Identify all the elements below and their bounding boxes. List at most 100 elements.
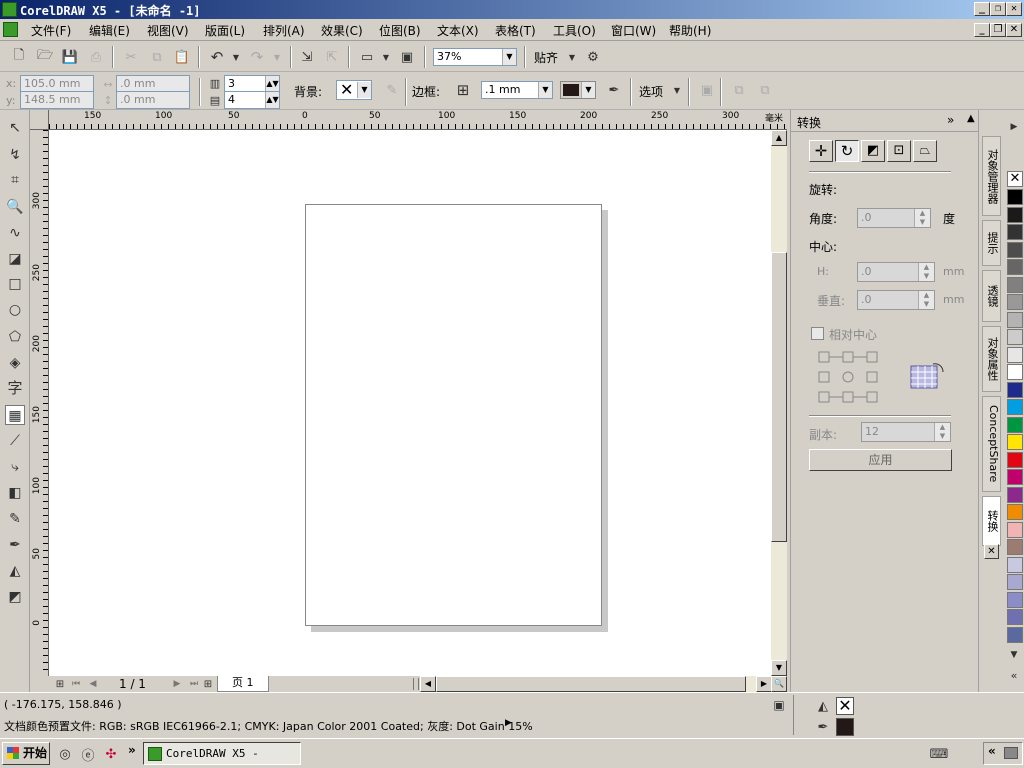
tab-conceptshare[interactable]: ConceptShare (982, 396, 1001, 492)
smart-fill-tool-icon[interactable]: ◪ (5, 249, 25, 269)
color-swatch[interactable] (1007, 189, 1023, 205)
app-quicklaunch-icon[interactable]: ✣ (102, 745, 120, 763)
scroll-down-icon[interactable]: ▼ (771, 660, 787, 676)
horizontal-ruler[interactable]: 150 100 50 0 50 100 150 200 250 300 毫米 (49, 110, 787, 130)
minimize-button[interactable]: _ (974, 2, 990, 16)
pick-tool-icon[interactable]: ↖ (5, 118, 25, 138)
tab-lens[interactable]: 透镜 (982, 270, 1001, 322)
maximize-button[interactable]: ❐ (990, 2, 1006, 16)
color-swatch[interactable] (1007, 556, 1023, 573)
dimension-tool-icon[interactable]: ⟋ (5, 431, 25, 451)
import-icon[interactable]: ⇲ (298, 48, 316, 66)
outline-tool-icon[interactable]: ✒ (5, 535, 25, 555)
menu-file[interactable]: 文件(F) (31, 22, 71, 39)
color-swatch[interactable] (1007, 626, 1023, 643)
save-icon[interactable]: 💾 (61, 48, 79, 66)
skew-icon[interactable]: ⏢ (913, 140, 937, 162)
tab-hints[interactable]: 提示 (982, 220, 1001, 266)
fill-none-indicator[interactable]: ✕ (836, 697, 854, 715)
previous-page-icon[interactable]: ◀ (84, 675, 102, 693)
color-swatch[interactable] (1007, 241, 1023, 258)
doc-minimize-button[interactable]: _ (974, 23, 990, 37)
copy-icon[interactable]: ⧉ (148, 48, 166, 66)
interactive-fill-tool-icon[interactable]: ◩ (5, 587, 25, 607)
spinner-arrows-icon[interactable]: ▲▼ (918, 291, 934, 309)
cut-icon[interactable]: ✂ (122, 48, 140, 66)
color-swatch[interactable] (1007, 416, 1023, 433)
first-page-icon[interactable]: ⏮ (67, 675, 85, 693)
table-tool-icon[interactable]: ▦ (5, 405, 25, 425)
application-launcher-icon[interactable]: ▭ (358, 48, 376, 66)
color-swatch[interactable] (1007, 311, 1023, 328)
copies-spinner[interactable]: 12 ▲ ▼ (861, 422, 951, 442)
tray-expand-icon[interactable]: « (988, 744, 996, 758)
taskbar-coreldraw-button[interactable]: CorelDRAW X5 - [未... (143, 742, 301, 765)
keyboard-tray-icon[interactable]: ⌨ (930, 745, 949, 763)
color-swatch[interactable] (1007, 574, 1023, 590)
tab-object-manager[interactable]: 对象管理器 (982, 136, 1001, 216)
scroll-right-icon[interactable]: ▶ (756, 676, 772, 692)
color-swatch[interactable] (1007, 434, 1023, 450)
shape-tool-icon[interactable]: ↯ (5, 145, 25, 165)
chevron-down-icon[interactable]: ▼ (581, 82, 595, 98)
scroll-left-icon[interactable]: ◀ (420, 676, 436, 692)
options-label[interactable]: 选项 (639, 83, 663, 100)
edit-fill-icon[interactable]: ✎ (383, 81, 401, 99)
wrap-text-icon[interactable]: ▣ (698, 81, 716, 99)
zoom-navigator-icon[interactable]: 🔍 (771, 676, 787, 692)
undo-dropdown-icon[interactable]: ▼ (227, 48, 245, 66)
welcome-screen-icon[interactable]: ▣ (398, 48, 416, 66)
quicklaunch-overflow-icon[interactable]: » (128, 743, 136, 757)
color-swatch[interactable] (1007, 259, 1023, 275)
border-color-picker[interactable]: ▼ (560, 81, 596, 99)
print-icon[interactable]: ⎙ (87, 48, 105, 66)
height-field[interactable]: .0 mm (116, 91, 190, 109)
color-swatch[interactable] (1007, 399, 1023, 415)
color-swatch[interactable] (1007, 451, 1023, 468)
menu-tools[interactable]: 工具(O) (553, 22, 596, 39)
export-icon[interactable]: ⇱ (323, 48, 341, 66)
border-width-select[interactable]: .1 mm ▼ (481, 81, 553, 99)
color-swatch[interactable] (1007, 346, 1023, 363)
chevron-down-icon[interactable]: ▼ (502, 49, 516, 65)
browser-quicklaunch-icon[interactable]: ◎ (56, 745, 74, 763)
doc-restore-button[interactable]: ❐ (990, 23, 1006, 37)
menu-table[interactable]: 表格(T) (495, 22, 536, 39)
outline-color-indicator[interactable] (836, 718, 854, 736)
color-swatch[interactable] (1007, 469, 1023, 485)
scale-mirror-icon[interactable]: ◩ (861, 140, 885, 162)
network-tray-icon[interactable] (1004, 747, 1018, 759)
snap-toggle-icon[interactable]: ▣ (770, 696, 788, 714)
spinner-arrows-icon[interactable]: ▲▼ (918, 263, 934, 281)
splitter-handle[interactable] (413, 678, 419, 690)
vertical-center-spinner[interactable]: .0 ▲ ▼ (857, 290, 935, 310)
color-swatch[interactable] (1007, 486, 1023, 503)
text-tool-icon[interactable]: 字 (5, 378, 25, 398)
color-swatch[interactable] (1007, 539, 1023, 555)
menu-layout[interactable]: 版面(L) (205, 22, 245, 39)
no-color-swatch[interactable]: ✕ (1007, 171, 1023, 187)
blend-tool-icon[interactable]: ◧ (5, 483, 25, 503)
menu-edit[interactable]: 编辑(E) (89, 22, 130, 39)
spinner-arrows-icon[interactable]: ▲▼ (265, 76, 279, 92)
new-document-icon[interactable]: 🗋 (10, 48, 28, 66)
rectangle-tool-icon[interactable]: □ (5, 274, 25, 294)
menu-view[interactable]: 视图(V) (147, 22, 189, 39)
menu-window[interactable]: 窗口(W) (611, 22, 656, 39)
vertical-ruler[interactable]: 300 250 200 150 100 50 0 (30, 130, 49, 676)
background-color-picker[interactable]: ✕ ▼ (336, 80, 372, 100)
redo-icon[interactable]: ↷ (248, 48, 266, 66)
fill-tool-icon[interactable]: ◭ (5, 561, 25, 581)
ellipse-tool-icon[interactable]: ○ (5, 300, 25, 320)
anchor-point-grid[interactable] (817, 350, 881, 404)
next-page-icon[interactable]: ▶ (168, 675, 186, 693)
profile-expand-icon[interactable]: ▶ (505, 718, 512, 728)
color-swatch[interactable] (1007, 206, 1023, 223)
size-icon[interactable]: ⊡ (887, 140, 911, 162)
freehand-tool-icon[interactable]: ∿ (5, 223, 25, 243)
color-swatch[interactable] (1007, 364, 1023, 380)
document-icon[interactable] (3, 22, 18, 37)
spinner-arrows-icon[interactable]: ▲▼ (914, 209, 930, 227)
horizontal-scroll-thumb[interactable] (436, 676, 746, 692)
connector-tool-icon[interactable]: ⤷ (5, 457, 25, 477)
